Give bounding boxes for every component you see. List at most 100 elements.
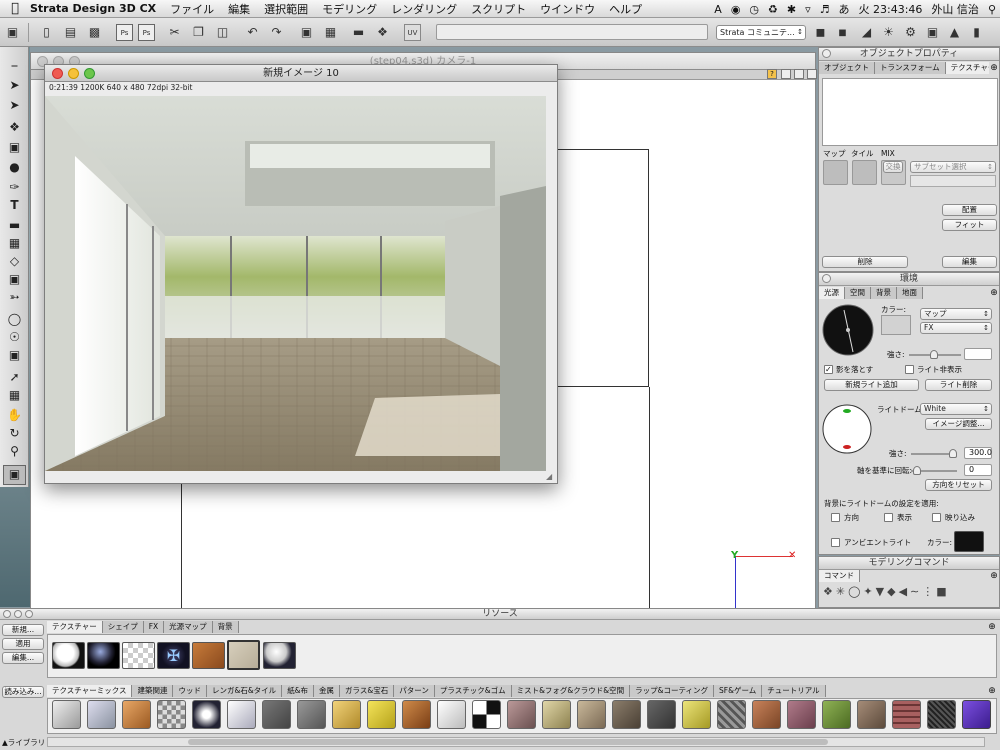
light-dome-dial[interactable] — [822, 404, 872, 454]
library-item-rust[interactable] — [402, 700, 431, 729]
edit-button[interactable]: 編集 — [942, 256, 997, 268]
photoshop-export-icon[interactable]: Ps — [116, 24, 133, 41]
resource-compass[interactable]: ✠ — [157, 642, 190, 669]
copy-icon[interactable]: ❐ — [190, 24, 207, 41]
tab-ground[interactable]: 地面 — [897, 287, 923, 299]
add-light-button[interactable]: 新規ライト追加 — [824, 379, 919, 391]
reset-direction-button[interactable]: 方向をリセット — [925, 479, 992, 491]
library-tab-wood[interactable]: ウッド — [173, 685, 207, 697]
library-item-yellow-plastic[interactable] — [682, 700, 711, 729]
camera-icon[interactable]: ▣ — [924, 24, 941, 41]
exchange-button[interactable]: 交換 — [883, 161, 903, 173]
menu-file[interactable]: ファイル — [170, 1, 214, 17]
menu-selection[interactable]: 選択範囲 — [264, 1, 308, 17]
panel-close-icon[interactable] — [822, 274, 831, 283]
rotate-field[interactable]: 0 — [964, 464, 992, 476]
light-color-swatch[interactable] — [881, 315, 911, 335]
view-single-icon[interactable] — [807, 69, 817, 79]
tool-handle-icon[interactable]: ⎯ — [6, 57, 23, 74]
reflection-checkbox[interactable] — [932, 513, 941, 522]
library-item-gray-metal[interactable] — [297, 700, 326, 729]
library-item-copper[interactable] — [122, 700, 151, 729]
panel-menu-icon[interactable]: ⊕ — [989, 62, 999, 74]
library-item-cloud[interactable] — [192, 700, 221, 729]
library-item-checker[interactable] — [157, 700, 186, 729]
ambient-color-swatch[interactable] — [954, 531, 984, 552]
panel-close-icon[interactable] — [822, 49, 831, 58]
sync-icon[interactable]: ♻ — [768, 3, 778, 16]
resource-tile-selected[interactable] — [227, 640, 260, 670]
view-split-icon[interactable] — [781, 69, 791, 79]
spot-light-icon[interactable]: ☉ — [6, 329, 23, 346]
extrude-icon[interactable]: ▦ — [6, 235, 23, 252]
apple-menu-icon[interactable]:  — [0, 1, 30, 16]
clock[interactable]: 火 23:43:46 — [859, 1, 923, 17]
library-tab-tutorial[interactable]: チュートリアル — [762, 685, 826, 697]
zoom-window-icon[interactable] — [25, 610, 33, 618]
tab-commands[interactable]: コマンド — [819, 570, 860, 582]
measure-icon[interactable]: ➚ — [6, 369, 23, 386]
cut-icon[interactable]: ✂ — [166, 24, 183, 41]
tab-background[interactable]: 背景 — [871, 287, 897, 299]
library-item-stone[interactable] — [577, 700, 606, 729]
library-menu[interactable]: ▲ライブラリ — [2, 737, 45, 748]
place-button[interactable]: 配置 — [942, 204, 997, 216]
hand-icon[interactable]: ✋ — [6, 407, 23, 424]
library-item-moss[interactable] — [822, 700, 851, 729]
subdivide-command-icon[interactable]: ■ — [936, 585, 946, 598]
cube-icon[interactable]: ▣ — [6, 139, 23, 156]
path-command-icon[interactable]: ∼ — [910, 585, 919, 598]
menu-modeling[interactable]: モデリング — [322, 1, 377, 17]
search-icon[interactable]: ⚲ — [988, 3, 996, 16]
image-adjust-button[interactable]: イメージ調整... — [925, 418, 992, 430]
library-item-brass[interactable] — [367, 700, 396, 729]
tab-resource-background[interactable]: 背景 — [212, 621, 239, 633]
resource-white-sphere[interactable] — [52, 642, 85, 669]
strength-field[interactable] — [964, 348, 992, 360]
library-tab-wrap-coating[interactable]: ラップ&コーティング — [630, 685, 715, 697]
render-settings-icon[interactable]: ◢ — [858, 24, 875, 41]
lathe-command-icon[interactable]: ✳ — [836, 585, 845, 598]
library-tab-mist-fog[interactable]: ミスト&フォグ&クラウド&空間 — [511, 685, 631, 697]
community-dropdown[interactable]: Strata コミュニテ... — [716, 25, 806, 40]
minimize-icon[interactable] — [68, 68, 79, 79]
library-tab-brick-stone[interactable]: レンガ&石&タイル — [206, 685, 283, 697]
library-item-carbon[interactable] — [927, 700, 956, 729]
dome-strength-thumb[interactable] — [949, 449, 957, 458]
library-tab-texture-mix[interactable]: テクスチャーミックス — [47, 685, 133, 697]
duplicate-icon[interactable]: ❖ — [374, 24, 391, 41]
mirror-command-icon[interactable]: ◀ — [899, 585, 907, 598]
hide-light-checkbox[interactable] — [905, 365, 914, 374]
library-item-purple[interactable] — [962, 700, 991, 729]
fit-view-icon[interactable]: ▣ — [4, 24, 21, 41]
library-scrollbar-thumb[interactable] — [188, 739, 828, 745]
library-item-terracotta[interactable] — [752, 700, 781, 729]
display-checkbox[interactable] — [884, 513, 893, 522]
input-method-icon[interactable]: あ — [839, 1, 850, 17]
save-icon[interactable]: ▩ — [86, 24, 103, 41]
bluetooth-icon[interactable]: ✱ — [787, 3, 796, 16]
uv-icon[interactable]: UV — [404, 24, 421, 41]
fx-select[interactable]: FX — [920, 322, 992, 334]
library-item-black-white[interactable] — [472, 700, 501, 729]
share-icon[interactable]: ▲ — [946, 24, 963, 41]
library-tab-pattern[interactable]: パターン — [394, 685, 435, 697]
library-item-gold[interactable] — [332, 700, 361, 729]
library-tab-paper-cloth[interactable]: 紙&布 — [282, 685, 315, 697]
light-bulb-icon[interactable]: ◯ — [6, 311, 23, 328]
rotate-view-icon[interactable]: ↻ — [6, 425, 23, 442]
app-name-menu[interactable]: Strata Design 3D CX — [30, 2, 156, 15]
menu-rendering[interactable]: レンダリング — [391, 1, 457, 17]
panel-menu-icon[interactable]: ⊕ — [987, 621, 997, 633]
map-sphere-icon[interactable] — [823, 160, 848, 185]
view-quad-icon[interactable] — [794, 69, 804, 79]
extrude-command-icon[interactable]: ❖ — [823, 585, 833, 598]
texture-list[interactable] — [822, 78, 998, 146]
pen-icon[interactable]: ✑ — [6, 179, 23, 196]
tab-resource-fx[interactable]: FX — [143, 621, 165, 633]
menu-script[interactable]: スクリプト — [471, 1, 526, 17]
lighting-icon[interactable]: ☀ — [880, 24, 897, 41]
strength-slider-thumb[interactable] — [930, 350, 938, 359]
spotlight-menu-icon[interactable]: ◉ — [731, 3, 741, 16]
open-folder-icon[interactable]: ▤ — [62, 24, 79, 41]
